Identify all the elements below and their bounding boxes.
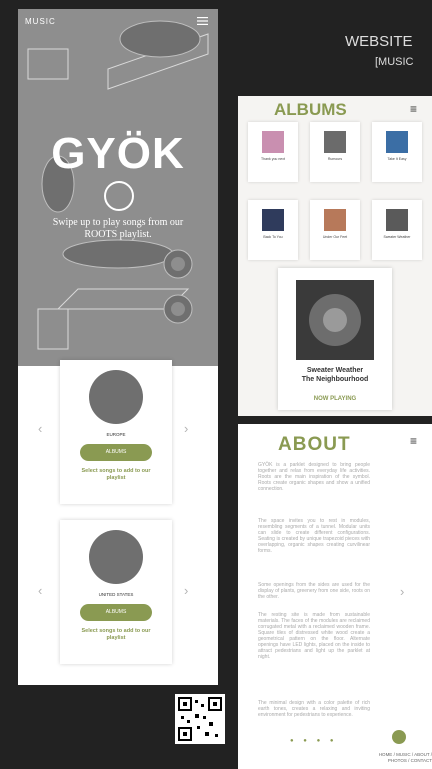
chevron-right-icon[interactable]: › [184,583,188,598]
album-art [386,209,408,231]
album-thumbnail[interactable]: Sweater Weather [372,200,422,260]
footer-logo-icon [392,730,406,744]
swipe-instruction: Swipe up to play songs from our ROOTS pl… [52,217,184,240]
pagination-dots[interactable]: ● ● ● ● [290,738,338,744]
albums-title: ALBUMS [274,100,347,119]
hamburger-menu-icon[interactable]: ≡ [410,102,417,116]
qr-code [175,694,225,744]
region-card-united-states: UNITED STATES ALBUMS Select songs to add… [60,520,172,664]
album-cover [296,280,374,360]
about-paragraph: The space invites you to rest in modules… [258,518,370,554]
about-paragraph: Some openings from the sides are used fo… [258,582,370,600]
chevron-right-icon[interactable]: › [400,584,404,599]
album-thumbnail[interactable]: Take It Easy [372,122,422,182]
hamburger-menu-icon[interactable] [197,17,208,25]
album-title: Thank you next [261,157,285,161]
header-label: MUSIC [25,17,56,26]
chevron-right-icon[interactable]: › [184,421,188,436]
music-label: [MUSIC [375,56,414,68]
mobile-screen-left: MUSIC GYÖK Swipe up to play songs from o… [18,9,218,685]
website-label: WEBSITE [345,33,413,50]
song-title: Sweater Weather [306,367,364,374]
hero-section: MUSIC GYÖK Swipe up to play songs from o… [18,9,218,366]
about-paragraph: The resting site is made from sustainabl… [258,612,370,660]
album-art [262,131,284,153]
album-title: Under Our Feet [322,235,348,239]
hamburger-menu-icon[interactable]: ≡ [410,434,417,448]
album-art [324,131,346,153]
region-hint: Select songs to add to our playlist [81,468,151,481]
album-title: Rumours [327,157,343,161]
about-page: ABOUT ≡ GYÖK is a parklet designed to br… [238,424,432,769]
about-title: ABOUT [278,434,351,455]
brand-title: GYÖK [51,129,185,178]
chevron-left-icon[interactable]: ‹ [38,583,42,598]
albums-button[interactable]: ALBUMS [80,444,152,461]
artist-name: The Neighbourhood [301,376,369,383]
now-playing-label: NOW PLAYING [313,396,357,402]
footer-nav[interactable]: HOME / MUSIC / ABOUT / PHOTOS / CONTACT [364,752,432,764]
region-name: EUROPE [106,432,126,437]
usa-map-icon [89,530,143,584]
album-title: Sweater Weather [383,235,411,239]
album-title: Take It Easy [387,157,407,161]
album-art [262,209,284,231]
chevron-left-icon[interactable]: ‹ [38,421,42,436]
region-card-europe: EUROPE ALBUMS Select songs to add to our… [60,360,172,504]
albums-button[interactable]: ALBUMS [80,604,152,621]
about-paragraph: GYÖK is a parklet designed to bring peop… [258,462,370,492]
albums-page: ALBUMS ≡ Thank you next Rumours Take It … [238,96,432,416]
album-thumbnail[interactable]: Under Our Feet [310,200,360,260]
now-playing-card[interactable]: Sweater Weather The Neighbourhood NOW PL… [278,268,392,410]
album-thumbnail[interactable]: Thank you next [248,122,298,182]
region-name: UNITED STATES [98,592,134,597]
album-art [324,209,346,231]
album-thumbnail[interactable]: Rumours [310,122,360,182]
about-paragraph: The minimal design with a color palette … [258,700,370,718]
album-art [386,131,408,153]
brand-logo-icon [104,181,134,211]
europe-map-icon [89,370,143,424]
album-thumbnail[interactable]: Back To You [248,200,298,260]
album-title: Back To You [263,235,283,239]
region-hint: Select songs to add to our playlist [81,628,151,641]
